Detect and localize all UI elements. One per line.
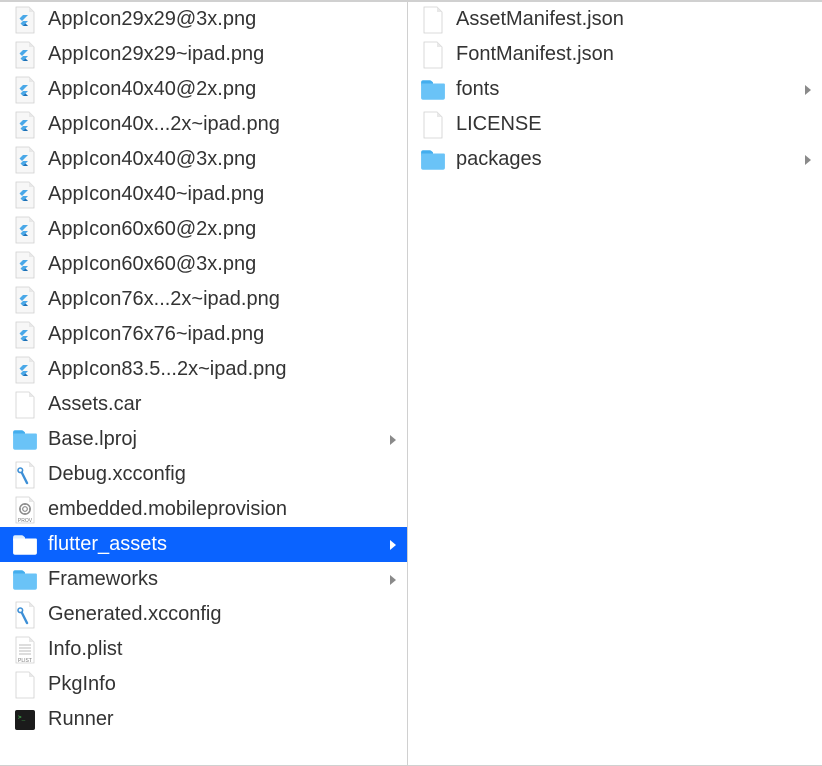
chevron-right-icon <box>800 154 816 166</box>
finder-column-view: AppIcon29x29@3x.png AppIcon29x29~ipad.pn… <box>0 0 822 766</box>
file-row[interactable]: AppIcon60x60@2x.png <box>0 212 407 247</box>
svg-text:PLIST: PLIST <box>18 658 32 664</box>
file-row[interactable]: >_ Runner <box>0 702 407 737</box>
file-row[interactable]: LICENSE <box>408 107 822 142</box>
flutter-icon <box>12 322 38 348</box>
chevron-right-icon <box>385 539 401 551</box>
flutter-icon <box>12 147 38 173</box>
flutter-icon <box>12 112 38 138</box>
file-label: Assets.car <box>48 393 401 416</box>
finder-column-right[interactable]: AssetManifest.json FontManifest.json fon… <box>408 2 822 765</box>
prov-icon: PROV <box>12 497 38 523</box>
file-label: PkgInfo <box>48 673 401 696</box>
file-icon <box>12 392 38 418</box>
file-label: AppIcon29x29~ipad.png <box>48 43 401 66</box>
file-label: AppIcon60x60@2x.png <box>48 218 401 241</box>
file-row[interactable]: AppIcon40x40@2x.png <box>0 72 407 107</box>
file-row[interactable]: PkgInfo <box>0 667 407 702</box>
folder-row[interactable]: packages <box>408 142 822 177</box>
folder-icon <box>12 532 38 558</box>
flutter-icon <box>12 7 38 33</box>
file-row[interactable]: AppIcon40x40@3x.png <box>0 142 407 177</box>
file-label: Base.lproj <box>48 428 385 451</box>
chevron-right-icon <box>385 434 401 446</box>
file-label: Frameworks <box>48 568 385 591</box>
file-icon <box>420 42 446 68</box>
file-label: AssetManifest.json <box>456 8 816 31</box>
file-label: packages <box>456 148 800 171</box>
file-icon <box>420 7 446 33</box>
file-label: AppIcon60x60@3x.png <box>48 253 401 276</box>
flutter-icon <box>12 357 38 383</box>
file-row[interactable]: Debug.xcconfig <box>0 457 407 492</box>
file-icon <box>12 672 38 698</box>
file-label: AppIcon40x40@3x.png <box>48 148 401 171</box>
file-row[interactable]: FontManifest.json <box>408 37 822 72</box>
folder-icon <box>420 77 446 103</box>
file-label: AppIcon76x76~ipad.png <box>48 323 401 346</box>
file-row[interactable]: AppIcon60x60@3x.png <box>0 247 407 282</box>
file-label: AppIcon83.5...2x~ipad.png <box>48 358 401 381</box>
file-label: embedded.mobileprovision <box>48 498 401 521</box>
file-label: AppIcon40x...2x~ipad.png <box>48 113 401 136</box>
file-label: Debug.xcconfig <box>48 463 401 486</box>
folder-row[interactable]: flutter_assets <box>0 527 407 562</box>
folder-icon <box>420 147 446 173</box>
folder-row[interactable]: fonts <box>408 72 822 107</box>
file-row[interactable]: AppIcon29x29@3x.png <box>0 2 407 37</box>
file-label: fonts <box>456 78 800 101</box>
file-label: Generated.xcconfig <box>48 603 401 626</box>
flutter-icon <box>12 77 38 103</box>
file-label: AppIcon29x29@3x.png <box>48 8 401 31</box>
file-row[interactable]: AssetManifest.json <box>408 2 822 37</box>
folder-row[interactable]: Frameworks <box>0 562 407 597</box>
plist-icon: PLIST <box>12 637 38 663</box>
svg-text:>_: >_ <box>18 714 26 721</box>
flutter-icon <box>12 182 38 208</box>
file-row[interactable]: AppIcon83.5...2x~ipad.png <box>0 352 407 387</box>
folder-icon <box>12 567 38 593</box>
folder-icon <box>12 427 38 453</box>
file-row[interactable]: AppIcon40x...2x~ipad.png <box>0 107 407 142</box>
flutter-icon <box>12 217 38 243</box>
file-row[interactable]: AppIcon29x29~ipad.png <box>0 37 407 72</box>
flutter-icon <box>12 252 38 278</box>
svg-text:PROV: PROV <box>18 518 33 524</box>
file-row[interactable]: AppIcon76x76~ipad.png <box>0 317 407 352</box>
file-label: flutter_assets <box>48 533 385 556</box>
xcconfig-icon <box>12 602 38 628</box>
file-row[interactable]: Generated.xcconfig <box>0 597 407 632</box>
chevron-right-icon <box>800 84 816 96</box>
file-label: AppIcon40x40~ipad.png <box>48 183 401 206</box>
file-label: LICENSE <box>456 113 816 136</box>
file-row[interactable]: AppIcon40x40~ipad.png <box>0 177 407 212</box>
file-row[interactable]: PROV embedded.mobileprovision <box>0 492 407 527</box>
file-label: Info.plist <box>48 638 401 661</box>
flutter-icon <box>12 287 38 313</box>
file-label: AppIcon40x40@2x.png <box>48 78 401 101</box>
flutter-icon <box>12 42 38 68</box>
file-icon <box>420 112 446 138</box>
chevron-right-icon <box>385 574 401 586</box>
file-row[interactable]: AppIcon76x...2x~ipad.png <box>0 282 407 317</box>
file-row[interactable]: Assets.car <box>0 387 407 422</box>
file-label: AppIcon76x...2x~ipad.png <box>48 288 401 311</box>
file-label: FontManifest.json <box>456 43 816 66</box>
finder-column-left[interactable]: AppIcon29x29@3x.png AppIcon29x29~ipad.pn… <box>0 2 408 765</box>
exec-icon: >_ <box>12 707 38 733</box>
file-label: Runner <box>48 708 401 731</box>
file-row[interactable]: PLIST Info.plist <box>0 632 407 667</box>
folder-row[interactable]: Base.lproj <box>0 422 407 457</box>
xcconfig-icon <box>12 462 38 488</box>
